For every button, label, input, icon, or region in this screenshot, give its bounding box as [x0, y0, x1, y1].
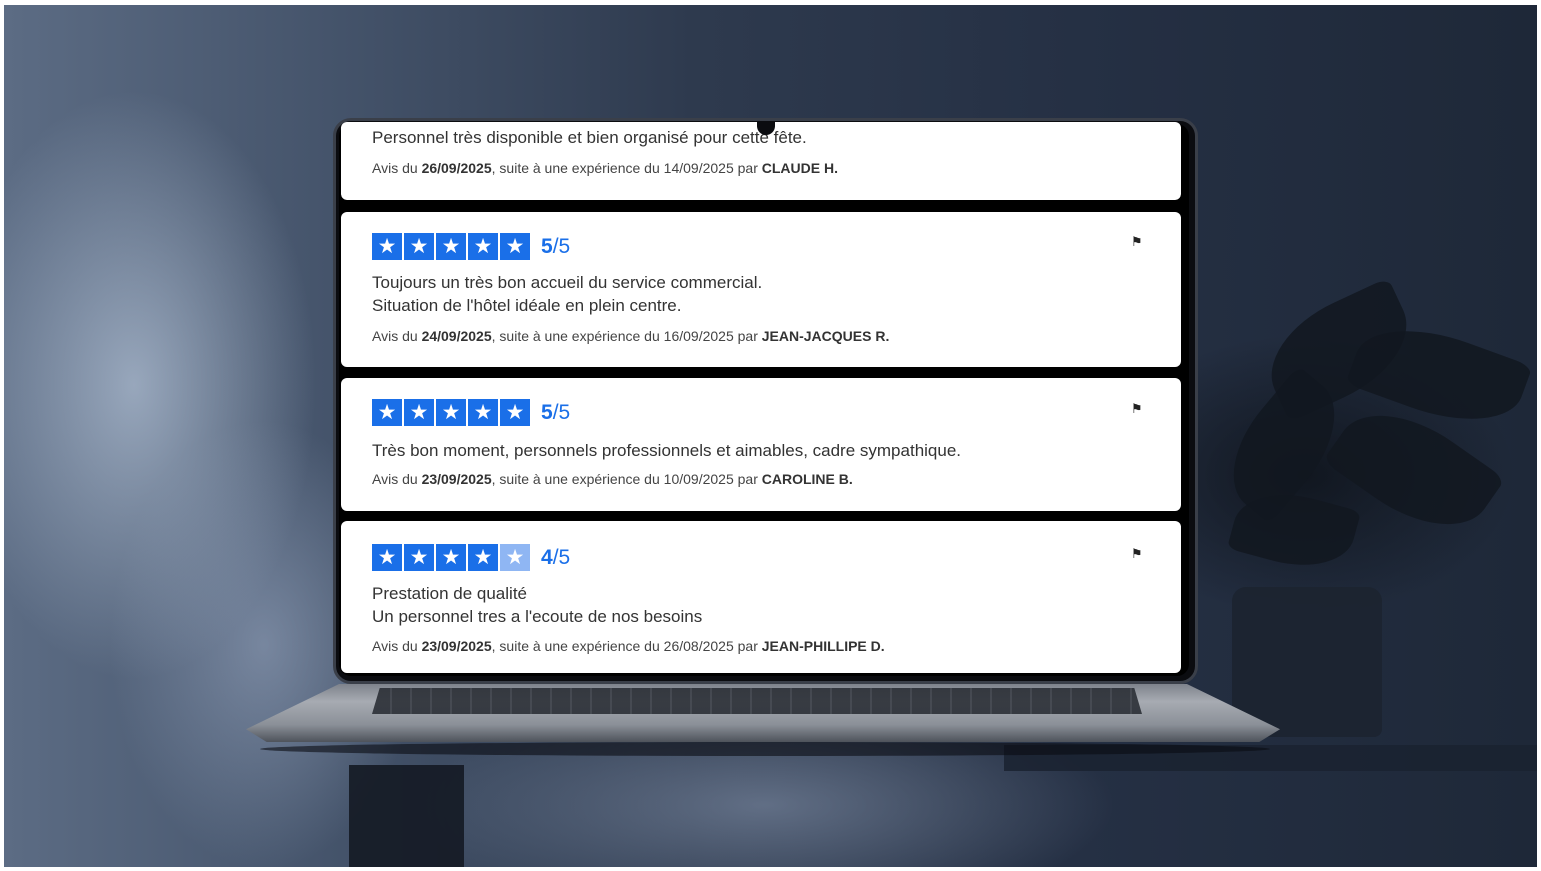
- review-text: Personnel très disponible et bien organi…: [372, 126, 807, 149]
- review-date: 23/09/2025: [421, 471, 492, 487]
- report-flag-icon[interactable]: ⚑: [1131, 236, 1145, 250]
- review-meta: Avis du 23/09/2025, suite à une expérien…: [372, 638, 885, 654]
- star-rating: ★ ★ ★ ★ ★: [372, 399, 530, 426]
- rating-row: ★ ★ ★ ★ ★ 4/5: [372, 544, 570, 571]
- review-date: 23/09/2025: [421, 638, 492, 654]
- review-text-line: Situation de l'hôtel idéale en plein cen…: [372, 296, 682, 315]
- star-icon: ★: [436, 233, 466, 260]
- star-empty-icon: ★: [500, 544, 530, 571]
- star-icon: ★: [468, 399, 498, 426]
- star-icon: ★: [468, 233, 498, 260]
- star-icon: ★: [372, 233, 402, 260]
- review-card: ★ ★ ★ ★ ★ 5/5 ⚑ Toujours un très bon acc…: [341, 212, 1181, 367]
- review-text: Très bon moment, personnels professionne…: [372, 439, 961, 462]
- experience-date: 10/09/2025: [663, 471, 734, 487]
- report-flag-icon[interactable]: ⚑: [1131, 403, 1145, 417]
- star-icon: ★: [404, 233, 434, 260]
- rating-score: 5/5: [541, 400, 571, 424]
- star-icon: ★: [468, 544, 498, 571]
- plant-pot: [1232, 587, 1382, 737]
- laptop-keyboard: [372, 688, 1142, 714]
- rating-row: ★ ★ ★ ★ ★ 5/5: [372, 399, 570, 426]
- review-author: JEAN-JACQUES R.: [761, 328, 890, 344]
- review-meta: Avis du 23/09/2025, suite à une expérien…: [372, 471, 853, 487]
- review-card: ★ ★ ★ ★ ★ 4/5 ⚑ Prestation de qualité Un…: [341, 521, 1181, 673]
- review-text-line: Très bon moment, personnels professionne…: [372, 441, 962, 460]
- review-meta: Avis du 26/09/2025, suite à une expérien…: [372, 160, 838, 176]
- rating-score: 5/5: [541, 234, 571, 258]
- laptop-shadow: [260, 742, 1270, 756]
- star-icon: ★: [436, 544, 466, 571]
- star-icon: ★: [372, 544, 402, 571]
- review-author: CLAUDE H.: [761, 160, 838, 176]
- review-date: 24/09/2025: [421, 328, 492, 344]
- star-icon: ★: [372, 399, 402, 426]
- table-leg: [349, 765, 464, 867]
- star-rating: ★ ★ ★ ★ ★: [372, 233, 530, 260]
- review-text-line: Personnel très disponible et bien organi…: [372, 128, 807, 147]
- review-text-line: Un personnel tres a l'ecoute de nos beso…: [372, 607, 703, 626]
- star-icon: ★: [404, 399, 434, 426]
- experience-date: 14/09/2025: [663, 160, 734, 176]
- experience-date: 26/08/2025: [663, 638, 734, 654]
- review-meta: Avis du 24/09/2025, suite à une expérien…: [372, 328, 890, 344]
- review-text: Prestation de qualité Un personnel tres …: [372, 582, 702, 628]
- review-text-line: Toujours un très bon accueil du service …: [372, 273, 763, 292]
- review-card: ★ ★ ★ ★ ★ 5/5 ⚑ Très bon moment, personn…: [341, 378, 1181, 511]
- report-flag-icon[interactable]: ⚑: [1131, 548, 1145, 562]
- rating-score: 4/5: [541, 545, 571, 569]
- star-icon: ★: [500, 233, 530, 260]
- star-icon: ★: [404, 544, 434, 571]
- rating-row: ★ ★ ★ ★ ★ 5/5: [372, 233, 570, 260]
- experience-date: 16/09/2025: [663, 328, 734, 344]
- review-text-line: Prestation de qualité: [372, 584, 527, 603]
- review-author: CAROLINE B.: [761, 471, 853, 487]
- review-text: Toujours un très bon accueil du service …: [372, 271, 762, 317]
- star-rating: ★ ★ ★ ★ ★: [372, 544, 530, 571]
- star-icon: ★: [500, 399, 530, 426]
- review-author: JEAN-PHILLIPE D.: [761, 638, 885, 654]
- star-icon: ★: [436, 399, 466, 426]
- review-date: 26/09/2025: [421, 160, 492, 176]
